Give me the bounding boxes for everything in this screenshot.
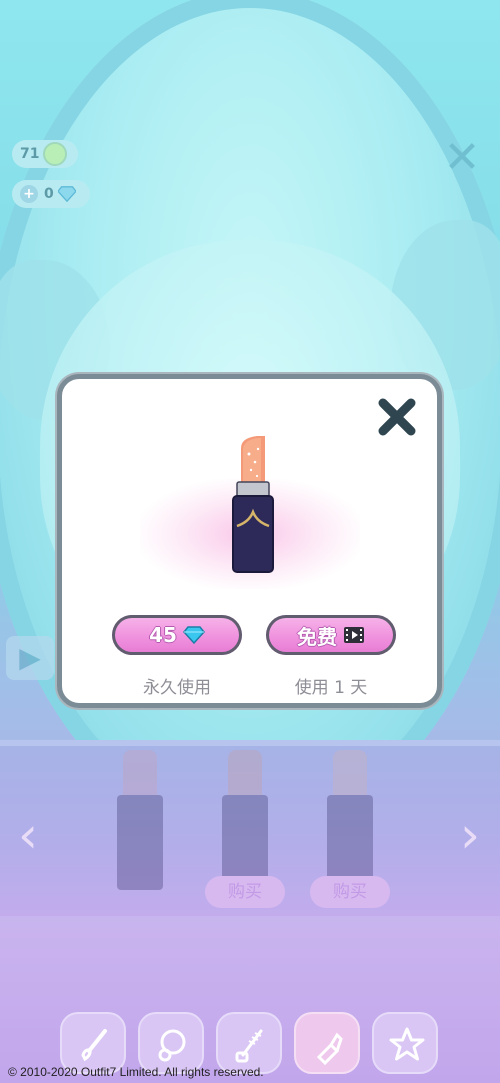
brush-icon [81,1029,107,1062]
left-arrow-icon: ‹ [18,806,38,864]
star-icon [389,1027,425,1061]
coin-counter: 71 [12,140,78,168]
gem-icon [57,186,76,202]
coin-count: 71 [20,146,40,162]
free-with-video-button[interactable]: 免费 [266,615,396,655]
plus-icon[interactable]: + [20,185,38,203]
tool-lipstick[interactable] [294,1012,360,1074]
mascara-icon [235,1029,263,1063]
coin-icon [43,142,68,166]
video-icon [344,627,364,643]
free-label: 免费 [297,624,337,649]
copyright-text: © 2010-2020 Outfit7 Limited. All rights … [8,1065,264,1079]
gem-icon [182,626,205,644]
buy-button-2: 购买 [310,876,390,908]
buy-caption: 永久使用 [143,678,211,698]
lipstick-item-1 [115,750,165,890]
purchase-dialog: 45 免费 永久使用 使用 1 天 [57,374,442,708]
compact-icon [158,1029,186,1062]
gem-price: 45 [149,623,177,647]
lipstick-icon [316,1032,343,1065]
lipstick-item-3 [325,750,375,890]
video-ad-icon: ▶ [6,636,54,680]
right-arrow-icon: › [460,806,480,864]
gem-counter[interactable]: + 0 [12,180,90,208]
background-close-icon: ✕ [443,132,481,183]
free-caption: 使用 1 天 [294,678,368,698]
buy-button-1: 购买 [205,876,285,908]
tool-star[interactable] [372,1012,438,1074]
lipstick-product-icon [232,436,274,573]
buy-with-gems-button[interactable]: 45 [112,615,242,655]
lipstick-item-2 [220,750,270,890]
close-icon [376,396,418,438]
close-button[interactable] [373,393,421,441]
gem-count: 0 [44,186,54,202]
